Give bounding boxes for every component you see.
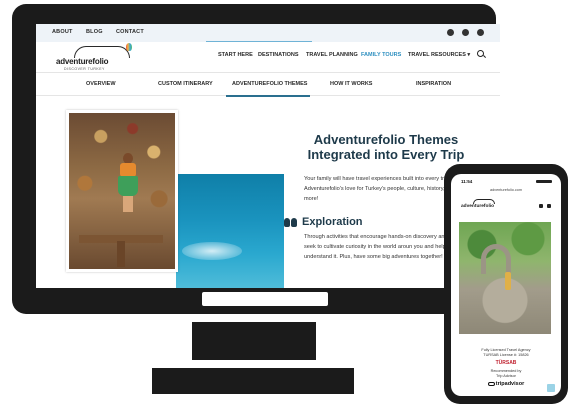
nav-travel-planning[interactable]: TRAVEL PLANNING (306, 52, 358, 58)
instagram-icon[interactable] (447, 29, 454, 36)
nav-family-tours[interactable]: FAMILY TOURS (361, 52, 401, 58)
phone-screen: 11:54 adventurefolio.com adventurefolio … (451, 174, 561, 396)
monitor-chin-bar (202, 292, 328, 306)
desktop-monitor: ABOUT BLOG CONTACT adventurefolio DISCOV… (12, 4, 500, 314)
page-headline: Adventurefolio Themes Integrated into Ev… (307, 132, 465, 162)
binoculars-icon (284, 218, 298, 228)
bazaar-photo (69, 113, 175, 269)
person-figure (505, 272, 511, 290)
nav-travel-resources[interactable]: TRAVEL RESOURCES ▾ (408, 52, 470, 58)
phone-license-text: Fully Licensed Travel Agency TURSAB Lice… (481, 348, 531, 357)
stone-arch-shape (481, 244, 511, 274)
nav-destinations[interactable]: DESTINATIONS (258, 52, 299, 58)
device-mockup-stage: ABOUT BLOG CONTACT adventurefolio DISCOV… (0, 0, 572, 407)
monitor-stand-neck (192, 322, 316, 360)
tursab-logo: TÜRSAB (495, 360, 517, 366)
subnav-adventurefolio-themes[interactable]: ADVENTUREFOLIO THEMES (232, 81, 307, 87)
phone-header-icons (539, 204, 553, 208)
tripadvisor-logo: tripadvisor (451, 381, 561, 387)
monitor-stand-base (152, 368, 354, 394)
phone-site-logo[interactable]: adventurefolio (461, 204, 494, 209)
topbar-link-blog[interactable]: BLOG (86, 29, 103, 35)
balloon-icon (126, 43, 132, 51)
logo-tagline: DISCOVER TURKEY (64, 67, 105, 71)
pinterest-icon[interactable] (477, 29, 484, 36)
subnav-inspiration[interactable]: INSPIRATION (416, 81, 451, 87)
site-logo[interactable]: adventurefolio (56, 57, 109, 66)
subnav-overview[interactable]: OVERVIEW (86, 81, 116, 87)
subnav-custom-itinerary[interactable]: CUSTOM ITINERARY (158, 81, 213, 87)
water-splash (182, 242, 242, 260)
subnav-how-it-works[interactable]: HOW IT WORKS (330, 81, 372, 87)
phone-menu-icon[interactable] (547, 204, 551, 208)
girl-figure (117, 153, 139, 215)
subnav-active-indicator (226, 95, 310, 97)
desktop-screen: ABOUT BLOG CONTACT adventurefolio DISCOV… (36, 24, 500, 288)
facebook-icon[interactable] (462, 29, 469, 36)
table-leg (117, 241, 125, 267)
signal-battery-icon (536, 180, 552, 183)
water-photo (176, 174, 284, 288)
phone-status-time: 11:54 (461, 179, 473, 184)
phone-recommended-text: Recommended by Trip Advisor (490, 369, 522, 378)
topbar-link-about[interactable]: ABOUT (52, 29, 73, 35)
sub-navigation: OVERVIEW CUSTOM ITINERARY ADVENTUREFOLIO… (36, 72, 500, 96)
phone-device: 11:54 adventurefolio.com adventurefolio … (444, 164, 568, 404)
top-utility-bar: ABOUT BLOG CONTACT (36, 24, 500, 42)
phone-url-bar[interactable]: adventurefolio.com (451, 188, 561, 192)
nav-start-here[interactable]: START HERE (218, 52, 253, 58)
bazaar-photo-frame (66, 110, 178, 272)
topbar-link-contact[interactable]: CONTACT (116, 29, 144, 35)
owl-icon (487, 381, 495, 386)
section-title-exploration: Exploration (302, 216, 363, 228)
search-icon[interactable] (477, 50, 484, 57)
chat-icon[interactable] (547, 384, 555, 392)
phone-search-icon[interactable] (539, 204, 543, 208)
